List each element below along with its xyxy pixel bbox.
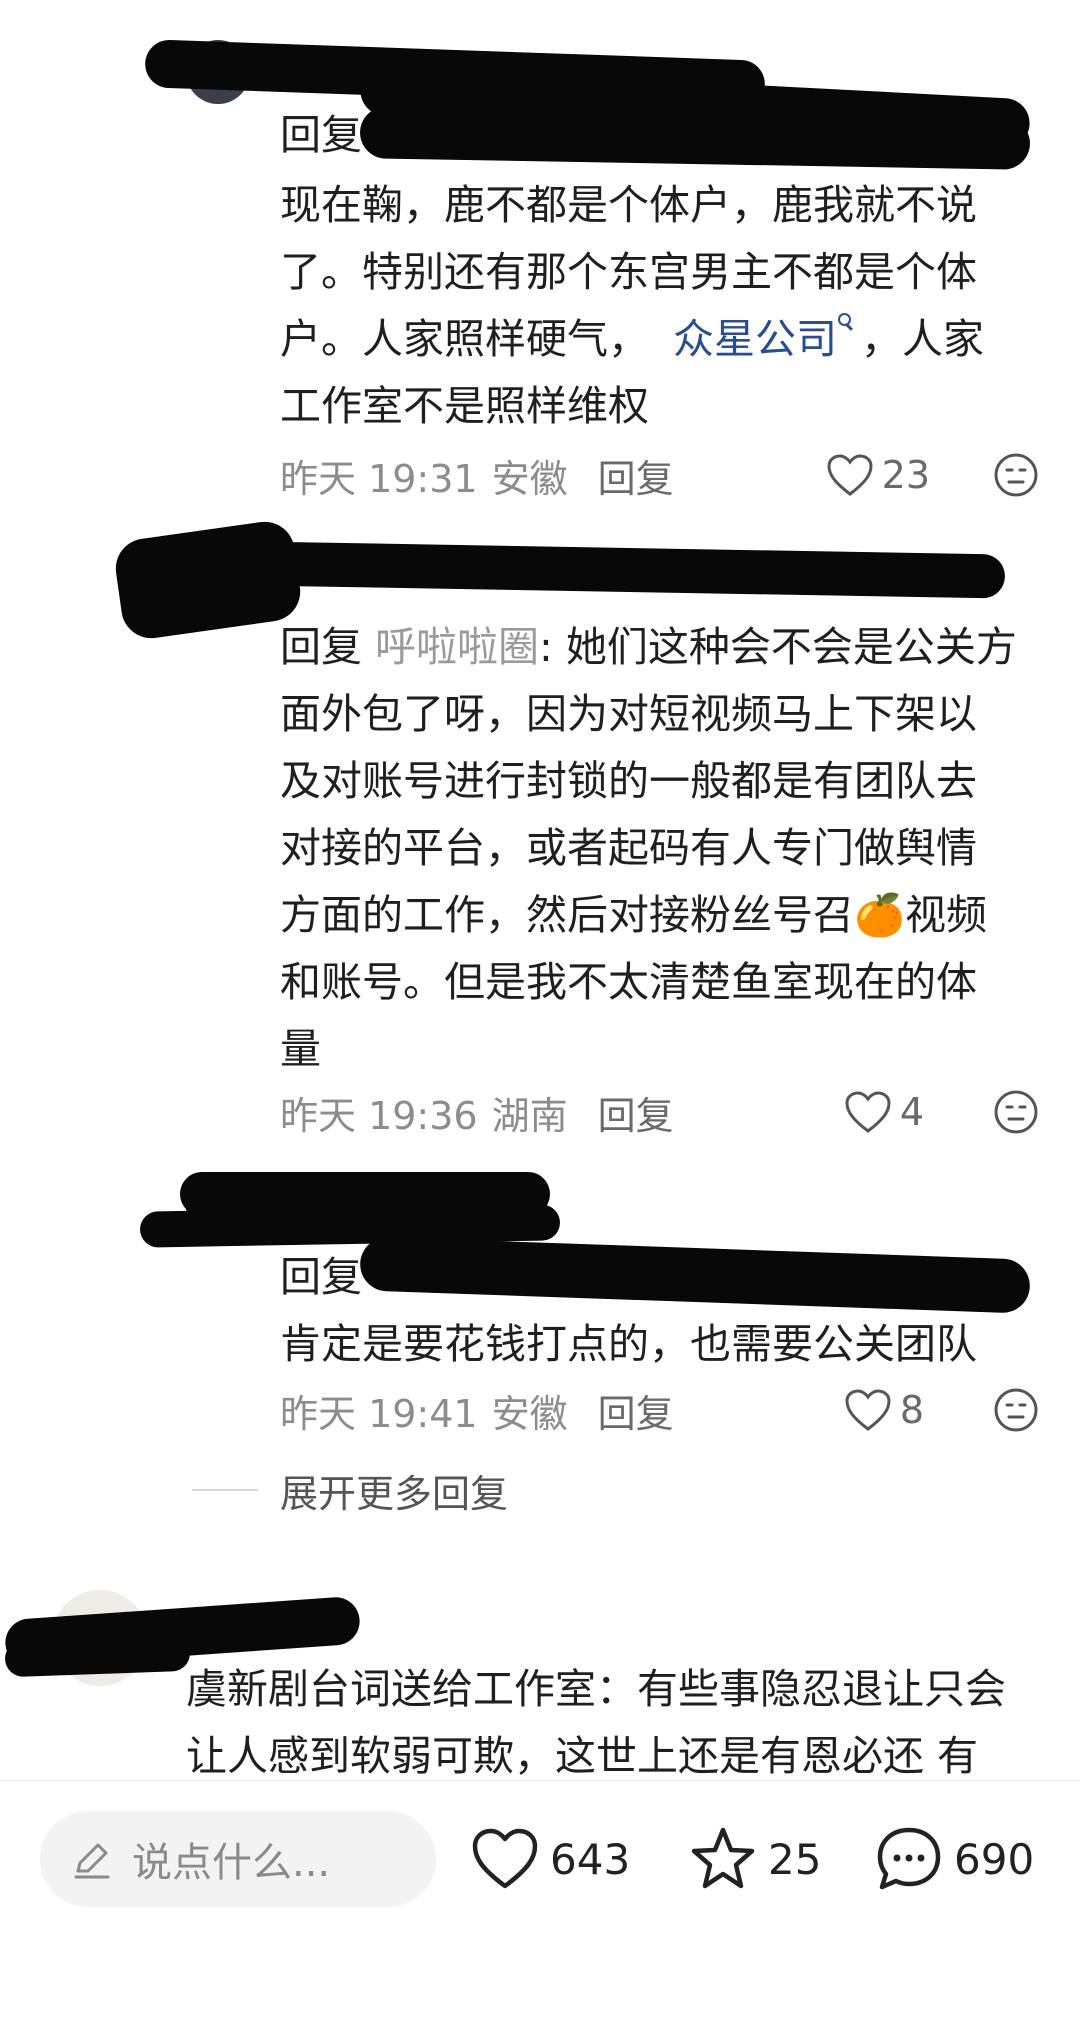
reply-text-line: 肯定是要花钱打点的，也需要公关团队 (280, 1320, 977, 1368)
reply-text-line: 对接的平台，或者起码有人专门做舆情 (280, 824, 977, 872)
post-like-button[interactable]: 643 (470, 1811, 630, 1907)
reply-button[interactable]: 回复 (598, 448, 674, 503)
search-link[interactable]: 众星公司 (673, 312, 853, 363)
reply-text-line: 量 (280, 1025, 321, 1073)
like-button[interactable]: 4 (844, 1090, 924, 1134)
expand-more-replies-button[interactable]: 展开更多回复 (192, 1462, 508, 1518)
reply-meta: 昨天 19:41 安徽 回复 8 (280, 1380, 1040, 1440)
neutral-face-icon[interactable] (992, 1088, 1040, 1136)
post-star-count: 25 (768, 1834, 822, 1884)
search-link-label[interactable]: 众星公司 (673, 315, 837, 363)
reply-meta: 昨天 19:36 湖南 回复 4 (280, 1082, 1040, 1142)
reply-prefix: 回复 (280, 1253, 362, 1301)
reply-text-line: 及对账号进行封锁的一般都是有团队去 (280, 757, 977, 805)
heart-outline-icon[interactable] (844, 1090, 892, 1134)
reply-text-segment: : 她们这种会不会是公关方 (539, 623, 1017, 671)
redacted-username (4, 1634, 191, 1678)
heart-outline-icon[interactable] (844, 1388, 892, 1432)
reply-text-line: 户。人家照样硬气， 众星公司 ，人家 (280, 306, 1040, 373)
heart-outline-icon[interactable] (470, 1824, 540, 1894)
like-count: 8 (899, 1388, 924, 1432)
reply-prefix: 回复 (280, 623, 362, 671)
neutral-face-icon[interactable] (992, 1386, 1040, 1434)
post-comment-count: 690 (954, 1834, 1035, 1884)
redacted-username (254, 541, 1006, 599)
heart-outline-icon[interactable] (826, 453, 874, 497)
reply-text-line: 回复 呼啦啦圈: 她们这种会不会是公关方 (280, 614, 1040, 681)
reply-text-segment: ，人家 (861, 315, 984, 363)
pen-icon (74, 1843, 110, 1879)
post-star-button[interactable]: 25 (688, 1811, 821, 1907)
timestamp: 昨天 19:31 (280, 456, 478, 501)
post-like-count: 643 (550, 1834, 631, 1884)
reply-target-username[interactable]: 呼啦啦圈 (375, 623, 539, 671)
reply-text-line: 方面的工作，然后对接粉丝号召🍊视频 (280, 891, 988, 939)
reply-text-line: 和账号。但是我不太清楚鱼室现在的体 (280, 958, 977, 1006)
star-outline-icon[interactable] (688, 1824, 758, 1894)
comment-input[interactable]: 说点什么... (40, 1811, 436, 1907)
like-button[interactable]: 8 (844, 1388, 924, 1432)
location: 安徽 (491, 1391, 568, 1436)
chat-bubble-icon[interactable] (874, 1824, 944, 1894)
reply-text-line: 现在鞠，鹿不都是个体户，鹿我就不说 (280, 181, 977, 229)
bottom-action-bar: 说点什么... 643 25 690 (0, 1780, 1080, 2025)
reply-button[interactable]: 回复 (598, 1383, 674, 1438)
reply-text-line: 工作室不是照样维权 (280, 382, 649, 430)
reply-meta: 昨天 19:31 安徽 回复 23 (280, 445, 1040, 505)
expand-more-label[interactable]: 展开更多回复 (280, 1463, 508, 1518)
location: 安徽 (491, 456, 568, 501)
comment-placeholder[interactable]: 说点什么... (132, 1830, 330, 1888)
like-button[interactable]: 23 (826, 453, 930, 497)
location: 湖南 (491, 1093, 568, 1138)
reply-text-line: 面外包了呀，因为对短视频马上下架以 (280, 690, 977, 738)
comment-text-line: 虞新剧台词送给工作室：有些事隐忍退让只会 (186, 1665, 1006, 1713)
reply-text-line: 了。特别还有那个东宫男主不都是个体 (280, 248, 977, 296)
neutral-face-icon[interactable] (992, 451, 1040, 499)
reply-prefix: 回复 (280, 111, 362, 159)
like-count: 23 (881, 453, 930, 497)
reply-button[interactable]: 回复 (598, 1085, 674, 1140)
timestamp: 昨天 19:36 (280, 1093, 478, 1138)
search-icon (837, 312, 853, 332)
timestamp: 昨天 19:41 (280, 1391, 478, 1436)
post-comment-button[interactable]: 690 (874, 1811, 1034, 1907)
divider (192, 1489, 258, 1491)
like-count: 4 (899, 1090, 924, 1134)
reply-text-segment: 户。人家照样硬气， (280, 315, 649, 363)
